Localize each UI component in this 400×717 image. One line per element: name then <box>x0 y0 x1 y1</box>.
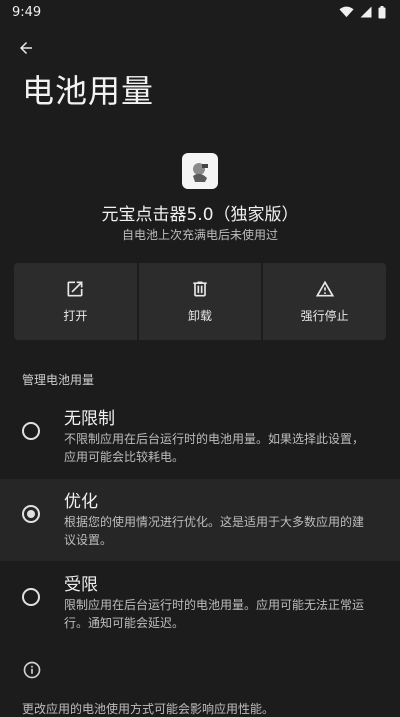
app-logo-icon <box>193 163 208 182</box>
option-title: 优化 <box>64 492 98 512</box>
option-description: 限制应用在后台运行时的电池用量。应用可能无法正常运行。通知可能会延迟。 <box>64 598 365 630</box>
open-external-icon <box>67 281 83 297</box>
arrow-back-icon <box>20 42 32 54</box>
uninstall-label: 卸载 <box>188 309 213 323</box>
app-icon <box>182 153 218 189</box>
section-title: 管理电池用量 <box>22 373 95 387</box>
force-stop-button[interactable]: 强行停止 <box>263 263 387 340</box>
battery-icon <box>378 5 386 18</box>
option-title: 无限制 <box>64 409 115 429</box>
radio-selected-dot <box>27 510 35 518</box>
option-description: 根据您的使用情况进行优化。这是适用于大多数应用的建议设置。 <box>64 515 365 547</box>
force-stop-label: 强行停止 <box>300 309 349 323</box>
back-button[interactable] <box>10 32 42 64</box>
warning-icon <box>315 280 334 297</box>
status-bar: 9:49 <box>0 0 400 24</box>
radio-unrestricted[interactable] <box>22 422 40 440</box>
radio-restricted[interactable] <box>22 588 40 606</box>
option-restricted[interactable]: 受限 限制应用在后台运行时的电池用量。应用可能无法正常运行。通知可能会延迟。 <box>0 562 400 644</box>
status-icons <box>339 5 386 19</box>
option-description: 不限制应用在后台运行时的电池用量。如果选择此设置，应用可能会比较耗电。 <box>64 432 365 464</box>
app-name: 元宝点击器5.0（独家版） <box>101 205 299 225</box>
radio-optimized[interactable] <box>22 505 40 523</box>
app-battery-status: 自电池上次充满电后未使用过 <box>121 228 278 242</box>
signal-icon <box>360 6 372 18</box>
info-icon <box>22 660 42 684</box>
trash-icon <box>193 281 207 297</box>
option-unrestricted[interactable]: 无限制 不限制应用在后台运行时的电池用量。如果选择此设置，应用可能会比较耗电。 <box>0 396 400 478</box>
footer-note: 更改应用的电池使用方式可能会影响应用性能。 <box>22 702 275 716</box>
option-optimized[interactable]: 优化 根据您的使用情况进行优化。这是适用于大多数应用的建议设置。 <box>0 479 400 561</box>
status-time: 9:49 <box>12 4 42 20</box>
open-label: 打开 <box>63 309 88 323</box>
action-bar: 打开 卸载 强行停止 <box>14 263 387 340</box>
page-title: 电池用量 <box>22 72 155 110</box>
open-button[interactable]: 打开 <box>14 263 137 340</box>
option-title: 受限 <box>64 575 98 595</box>
wifi-icon <box>339 6 354 18</box>
uninstall-button[interactable]: 卸载 <box>138 263 262 340</box>
